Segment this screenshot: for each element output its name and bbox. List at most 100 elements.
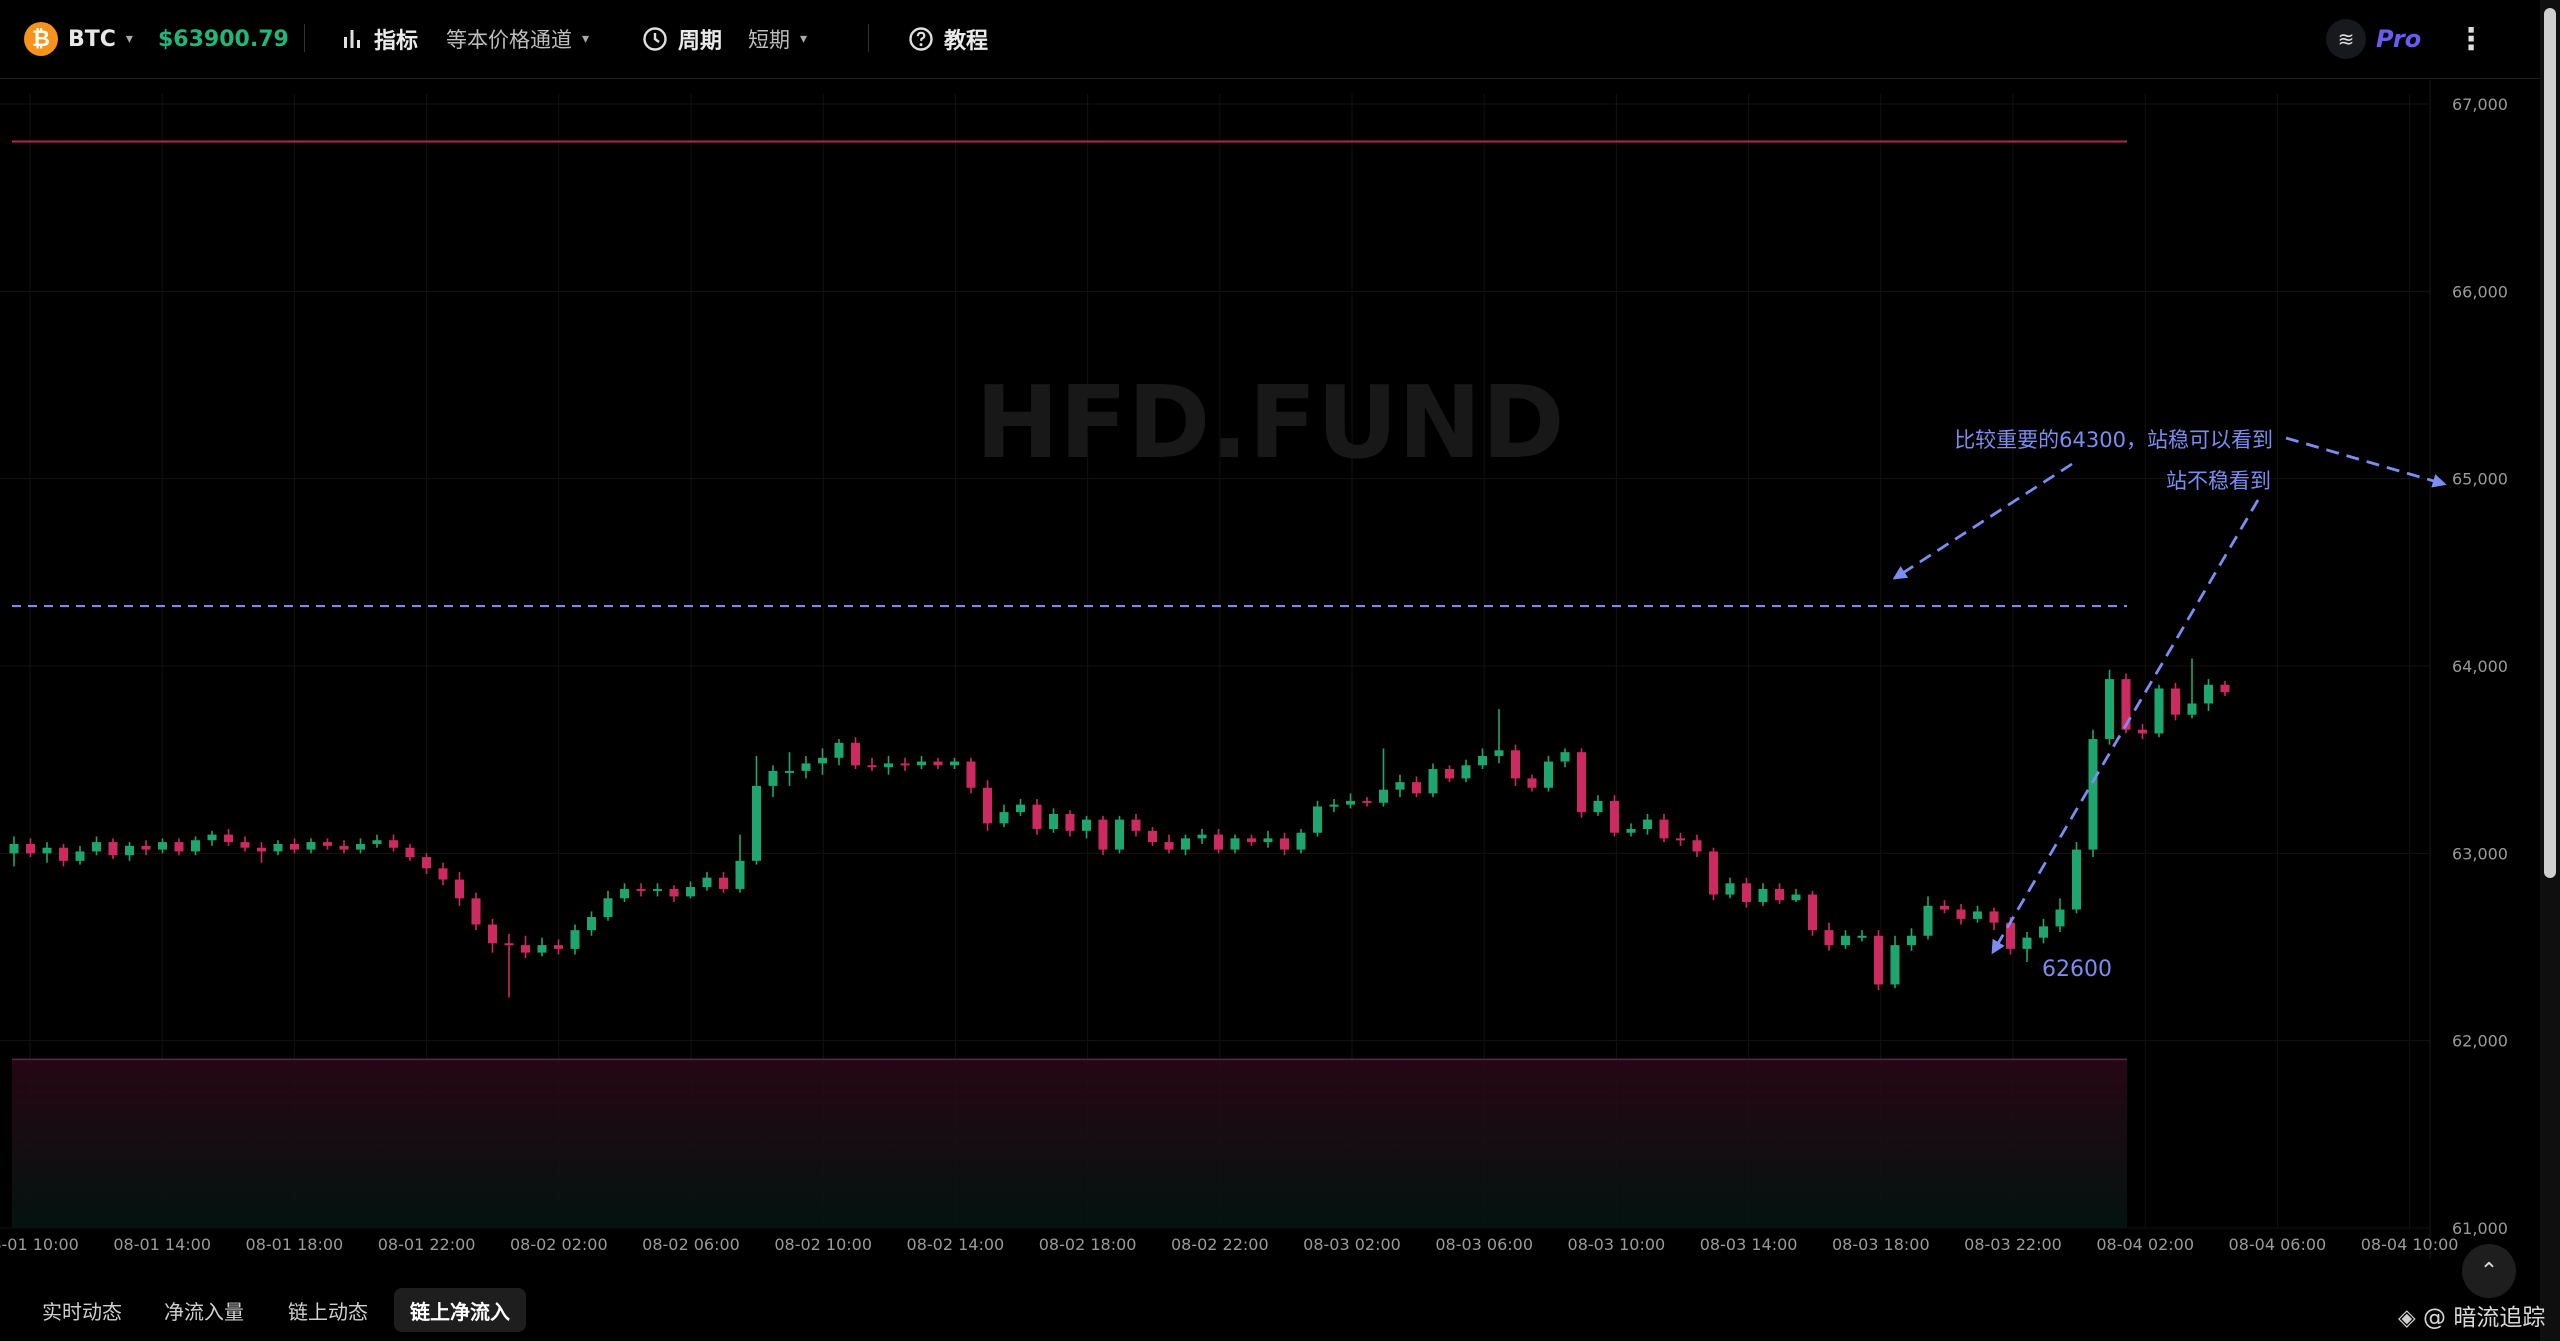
candle-body	[768, 770, 778, 786]
candle-body	[1940, 905, 1949, 910]
scroll-top-button[interactable]: ⌃	[2462, 1244, 2516, 1298]
candle-body	[1412, 782, 1421, 794]
x-tick-label: 08-02 06:00	[642, 1235, 740, 1254]
candle-body	[273, 843, 283, 852]
candle-body	[620, 888, 629, 899]
bitcoin-icon: ₿	[24, 22, 58, 56]
candle-body	[1956, 909, 1966, 919]
candle-body	[158, 842, 167, 850]
x-tick-label: 08-02 14:00	[907, 1235, 1005, 1254]
annotation-arrow	[1991, 499, 2260, 955]
tab-onchain-activity[interactable]: 链上动态	[272, 1288, 384, 1332]
annotation-arrow	[1892, 462, 2073, 580]
candle-body	[1841, 935, 1850, 946]
candle-body	[488, 924, 497, 944]
x-tick-label: 08-01 18:00	[246, 1235, 344, 1254]
chevron-down-icon: ▾	[125, 31, 133, 47]
candle-body	[636, 888, 646, 891]
candle-body	[603, 898, 613, 918]
candle-body	[1544, 761, 1553, 788]
tab-onchain-net-inflow[interactable]: 链上净流入	[394, 1288, 526, 1332]
period-value: 短期	[748, 28, 790, 52]
tab-net-inflow[interactable]: 净流入量	[148, 1288, 260, 1332]
candle-body	[1626, 828, 1636, 833]
annotation-sub: 站不稳看到	[2166, 469, 2271, 493]
toolbar-divider	[304, 24, 305, 52]
candle-body	[9, 843, 19, 854]
price-value: $63900.79	[158, 26, 289, 52]
candle-body	[2105, 679, 2114, 740]
pro-label: Pro	[2376, 25, 2422, 53]
candle-body	[834, 742, 844, 758]
vertical-scrollbar[interactable]	[2540, 0, 2560, 1341]
period-dropdown[interactable]: 短期 ▾	[748, 0, 807, 78]
candle-body	[1098, 819, 1108, 850]
chevron-down-icon: ▾	[800, 31, 808, 47]
candle-body	[1362, 800, 1372, 803]
candle-body	[1560, 752, 1570, 762]
tutorial-button[interactable]: 教程	[908, 0, 988, 78]
candle-body	[1742, 883, 1751, 903]
x-tick-label: 08-04 10:00	[2361, 1235, 2459, 1254]
candle-body	[1115, 819, 1124, 850]
candle-body	[1329, 804, 1339, 807]
candle-body	[933, 761, 943, 766]
candle-body	[372, 840, 382, 844]
price-chart[interactable]: HFD.FUND 比较重要的64300，站稳可以看到 站不稳看到 62600 6…	[0, 80, 2540, 1285]
candle-body	[1824, 930, 1834, 946]
indicator-label: 指标	[374, 29, 419, 54]
watermark-credit: ◈ @ 暗流追踪	[2398, 1298, 2545, 1332]
candle-body	[1247, 838, 1256, 843]
watermark-text: HFD.FUND	[975, 364, 1564, 481]
x-tick-label: 08-04 06:00	[2229, 1235, 2327, 1254]
symbol-selector[interactable]: ₿ BTC ▾	[24, 0, 133, 78]
candle-body	[1032, 804, 1042, 829]
scrollbar-thumb[interactable]	[2544, 8, 2556, 878]
candle-body	[174, 842, 184, 852]
x-tick-label: 08-02 18:00	[1039, 1235, 1137, 1254]
bar-chart-icon	[344, 30, 360, 48]
y-tick-label: 67,000	[2452, 95, 2508, 114]
candle-body	[966, 761, 976, 788]
candle-body	[1577, 752, 1586, 813]
more-vertical-icon: ⋮	[2456, 21, 2486, 57]
candle-body	[1131, 819, 1141, 831]
annotation-group: 比较重要的64300，站稳可以看到 站不稳看到 62600	[1892, 428, 2447, 982]
candle-body	[1511, 750, 1520, 779]
candle-body	[191, 840, 200, 852]
indicator-button[interactable]: 指标	[340, 0, 418, 78]
candle-body	[1709, 851, 1718, 895]
bottom-tabs: 实时动态 净流入量 链上动态 链上净流入	[0, 1286, 2540, 1336]
candle-body	[323, 842, 332, 846]
candle-body	[2171, 688, 2180, 715]
indicator-value: 等本价格通道	[446, 28, 572, 52]
candle-body	[1445, 769, 1454, 779]
chevron-down-icon: ▾	[582, 31, 590, 47]
candle-body	[900, 763, 910, 766]
candle-body	[554, 945, 563, 949]
candle-body	[2039, 926, 2048, 938]
toolbar-divider	[868, 24, 869, 52]
candle-body	[356, 843, 365, 850]
y-tick-label: 62,000	[2452, 1032, 2508, 1051]
tab-realtime[interactable]: 实时动态	[26, 1288, 138, 1332]
candle-body	[2055, 909, 2065, 927]
pro-button[interactable]: ≋ Pro	[2326, 0, 2421, 78]
candle-body	[1676, 838, 1685, 841]
candle-body	[521, 945, 530, 953]
candle-body	[1478, 755, 1487, 766]
candle-body	[1296, 832, 1306, 850]
x-tick-label: 08-01 14:00	[113, 1235, 211, 1254]
candle-body	[999, 812, 1009, 824]
candle-body	[818, 757, 827, 764]
credit-text: @ 暗流追踪	[2423, 1305, 2546, 1331]
candle-body	[1379, 789, 1388, 803]
indicator-dropdown[interactable]: 等本价格通道 ▾	[446, 0, 589, 78]
candle-body	[851, 742, 860, 766]
more-menu-button[interactable]: ⋮	[2456, 0, 2486, 78]
candle-body	[290, 843, 299, 850]
waves-icon: ≋	[2326, 19, 2366, 59]
x-tick-label: 08-03 06:00	[1435, 1235, 1533, 1254]
period-button[interactable]: 周期	[642, 0, 722, 78]
candle-body	[1923, 905, 1933, 936]
